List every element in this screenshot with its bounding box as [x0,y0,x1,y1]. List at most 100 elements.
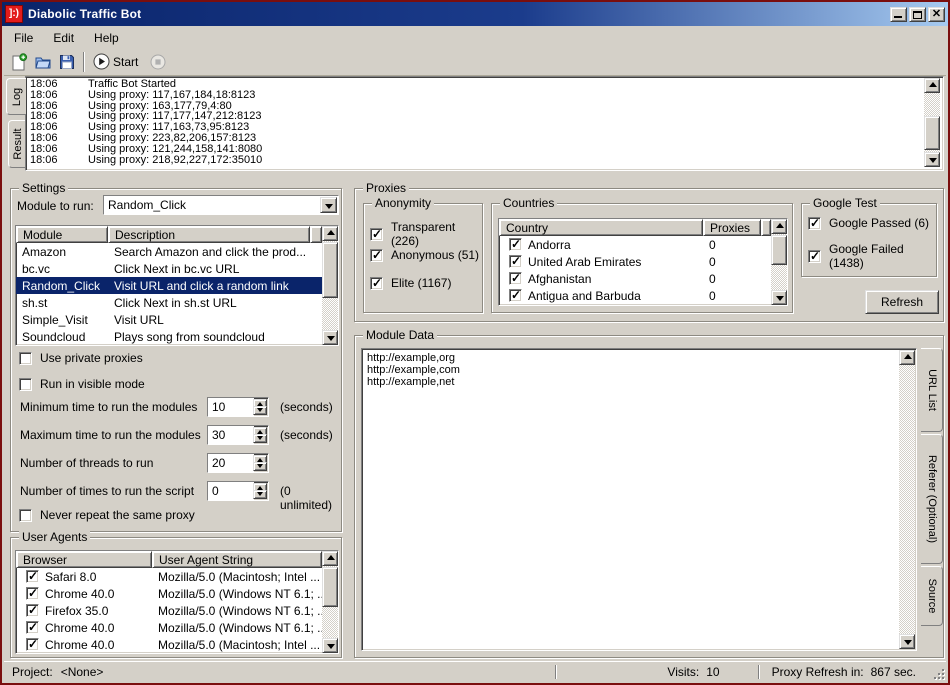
log-scrollbar[interactable] [924,78,940,167]
spin-down-icon[interactable] [253,406,267,415]
tab-url-list-label: URL List [926,369,938,411]
maximize-button[interactable] [909,7,926,22]
tab-result[interactable]: Result [8,120,26,168]
scrollbar-thumb[interactable] [771,235,787,265]
resize-grip[interactable] [932,667,945,680]
col-module[interactable]: Module [16,226,108,243]
col-description[interactable]: Description [108,226,310,243]
scrollbar-thumb[interactable] [322,567,338,607]
tab-referer[interactable]: Referer (Optional) [921,434,943,564]
ua-checkbox[interactable] [26,638,39,651]
module-data-textarea[interactable]: http://example,org http://example,com ht… [361,348,917,651]
max-time-stepper[interactable]: 30 [207,425,269,445]
countries-table: Country Proxies Andorra0 United Arab Emi… [498,218,788,306]
close-button[interactable] [928,7,945,22]
module-data-group: Module Data http://example,org http://ex… [354,335,944,658]
table-row[interactable]: bc.vcClick Next in bc.vc URL [16,260,322,277]
menu-edit[interactable]: Edit [43,29,84,47]
scrollbar-thumb[interactable] [322,242,338,298]
times-stepper[interactable]: 0 [207,481,269,501]
app-icon: ]:) [5,5,23,23]
table-row[interactable]: AmazonSearch Amazon and click the prod..… [16,243,322,260]
min-time-stepper[interactable]: 10 [207,397,269,417]
run-visible-mode-row: Run in visible mode [19,377,145,391]
module-to-run-combobox[interactable]: Random_Click [103,195,339,215]
col-country[interactable]: Country [499,219,703,236]
user-agents-scrollbar[interactable] [322,551,338,653]
scroll-up-icon[interactable] [899,350,915,365]
col-proxies[interactable]: Proxies [703,219,761,236]
minimize-button[interactable] [890,7,907,22]
col-ua-string[interactable]: User Agent String [152,551,322,568]
table-row[interactable]: Simple_VisitVisit URL [16,311,322,328]
table-row-selected[interactable]: Random_ClickVisit URL and click a random… [16,277,322,294]
scroll-up-icon[interactable] [771,219,787,234]
google-passed-checkbox[interactable] [808,217,821,230]
scroll-down-icon[interactable] [899,634,915,649]
country-checkbox[interactable] [509,255,522,268]
ua-checkbox[interactable] [26,621,39,634]
tab-log-label: Log [11,87,23,105]
menu-file[interactable]: File [4,29,43,47]
table-row[interactable]: Chrome 40.0Mozilla/5.0 (Macintosh; Intel… [16,636,322,653]
times-label: Number of times to run the script [20,484,194,498]
scroll-down-icon[interactable] [771,290,787,305]
modules-table-scrollbar[interactable] [322,226,338,345]
min-time-value[interactable]: 10 [208,398,254,416]
table-row[interactable]: Antigua and Barbuda0 [499,287,771,304]
scroll-up-icon[interactable] [924,78,940,93]
table-row[interactable]: Andorra0 [499,236,771,253]
menu-help[interactable]: Help [84,29,129,47]
table-row[interactable]: sh.stClick Next in sh.st URL [16,294,322,311]
stop-button[interactable] [146,50,170,74]
table-row[interactable]: United Arab Emirates0 [499,253,771,270]
table-row[interactable]: SoundcloudPlays song from soundcloud [16,328,322,345]
open-project-button[interactable] [31,50,55,74]
table-row[interactable]: Chrome 40.0Mozilla/5.0 (Windows NT 6.1; … [16,619,322,636]
chevron-down-icon[interactable] [320,197,337,213]
tab-url-list[interactable]: URL List [921,348,943,432]
tab-log[interactable]: Log [6,78,26,115]
spin-down-icon[interactable] [253,490,267,499]
countries-scrollbar[interactable] [771,219,787,305]
times-value[interactable]: 0 [208,482,254,500]
use-private-proxies-checkbox[interactable] [19,352,32,365]
google-failed-checkbox[interactable] [808,250,821,263]
tab-source[interactable]: Source [921,566,943,626]
anonymous-checkbox[interactable] [370,249,383,262]
never-repeat-proxy-checkbox[interactable] [19,509,32,522]
threads-stepper[interactable]: 20 [207,453,269,473]
country-checkbox[interactable] [509,238,522,251]
save-project-button[interactable] [55,50,79,74]
table-row[interactable]: Safari 8.0Mozilla/5.0 (Macintosh; Intel … [16,568,322,585]
max-time-value[interactable]: 30 [208,426,254,444]
scroll-down-icon[interactable] [322,330,338,345]
scrollbar-thumb[interactable] [924,116,940,150]
scroll-up-icon[interactable] [322,551,338,566]
elite-checkbox[interactable] [370,277,383,290]
spin-down-icon[interactable] [253,462,267,471]
module-data-scrollbar[interactable] [899,350,915,649]
table-row[interactable]: Firefox 35.0Mozilla/5.0 (Windows NT 6.1;… [16,602,322,619]
threads-value[interactable]: 20 [208,454,254,472]
ua-checkbox[interactable] [26,604,39,617]
start-button[interactable]: Start [89,50,146,74]
col-browser[interactable]: Browser [16,551,152,568]
countries-legend: Countries [500,196,557,210]
ua-checkbox[interactable] [26,570,39,583]
scroll-down-icon[interactable] [322,638,338,653]
country-checkbox[interactable] [509,289,522,302]
scroll-down-icon[interactable] [924,152,940,167]
transparent-checkbox[interactable] [370,228,383,241]
country-checkbox[interactable] [509,272,522,285]
threads-label: Number of threads to run [20,456,153,470]
table-row[interactable]: Afghanistan0 [499,270,771,287]
app-window: ]:) Diabolic Traffic Bot File Edit Help [0,0,950,685]
scroll-up-icon[interactable] [322,226,338,241]
spin-down-icon[interactable] [253,434,267,443]
run-visible-mode-checkbox[interactable] [19,378,32,391]
ua-checkbox[interactable] [26,587,39,600]
new-project-button[interactable] [7,50,31,74]
refresh-button[interactable]: Refresh [865,290,939,314]
table-row[interactable]: Chrome 40.0Mozilla/5.0 (Windows NT 6.1; … [16,585,322,602]
